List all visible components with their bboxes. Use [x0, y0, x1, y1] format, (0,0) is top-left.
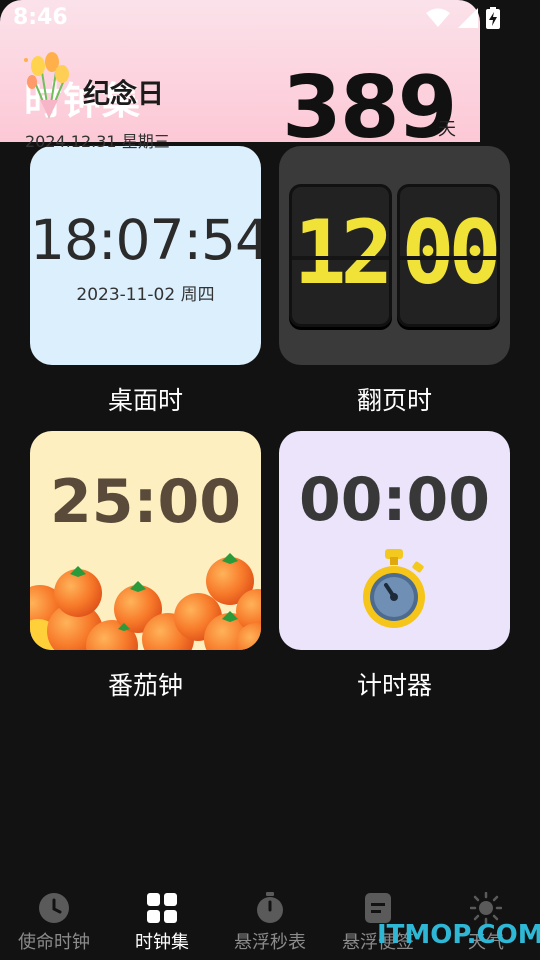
nav-label: 时钟集 [135, 932, 189, 953]
flip-minutes: 00 [401, 201, 497, 304]
tomatoes-illustration [30, 553, 261, 650]
anniversary-unit: 天 [438, 119, 456, 140]
status-bar: 8:46 [0, 0, 540, 38]
flip-tile-hours: 12 [289, 184, 392, 327]
pomodoro-label: 番茄钟 [107, 671, 183, 700]
flip-clock-card[interactable]: 12 00 [279, 146, 510, 365]
nav-label: 使命时钟 [18, 932, 90, 953]
desk-clock-time: 18:07:54 [30, 208, 261, 272]
wifi-icon [426, 8, 450, 27]
anniversary-date: 2024.12.31 星期三 [25, 132, 170, 151]
nav-item-mission-clock[interactable]: 使命时钟 [0, 875, 108, 960]
flip-seam [292, 256, 389, 260]
flip-seam [400, 256, 497, 260]
nav-item-clock-set[interactable]: 时钟集 [108, 875, 216, 960]
nav-label: 悬浮秒表 [234, 932, 306, 953]
desk-clock-date: 2023-11-02 周四 [76, 285, 215, 305]
stopwatch-illustration [363, 549, 425, 628]
battery-icon [486, 7, 500, 29]
nav-item-floating-stopwatch[interactable]: 悬浮秒表 [216, 875, 324, 960]
anniversary-title: 纪念日 [83, 79, 164, 110]
desk-clock-card[interactable]: 18:07:54 2023-11-02 周四 [30, 146, 261, 365]
status-icons [426, 7, 500, 29]
clock-icon [39, 893, 69, 923]
pomodoro-card[interactable]: 25:00 [30, 431, 261, 650]
timer-time: 00:00 [299, 465, 490, 535]
watermark: ITMOP.COM [377, 920, 540, 950]
tulip-bouquet-icon [24, 52, 69, 119]
signal-icon [458, 8, 478, 28]
timer-label: 计时器 [356, 671, 432, 700]
timer-card[interactable]: 00:00 [279, 431, 510, 650]
anniversary-days: 389 [282, 58, 458, 158]
flip-clock-label: 翻页时 [356, 386, 432, 415]
desk-clock-label: 桌面时 [107, 386, 183, 415]
flip-hours: 12 [293, 201, 389, 304]
flip-tile-minutes: 00 [397, 184, 500, 327]
stopwatch-icon [257, 892, 283, 923]
status-time: 8:46 [13, 5, 68, 30]
grid-icon [147, 893, 177, 923]
